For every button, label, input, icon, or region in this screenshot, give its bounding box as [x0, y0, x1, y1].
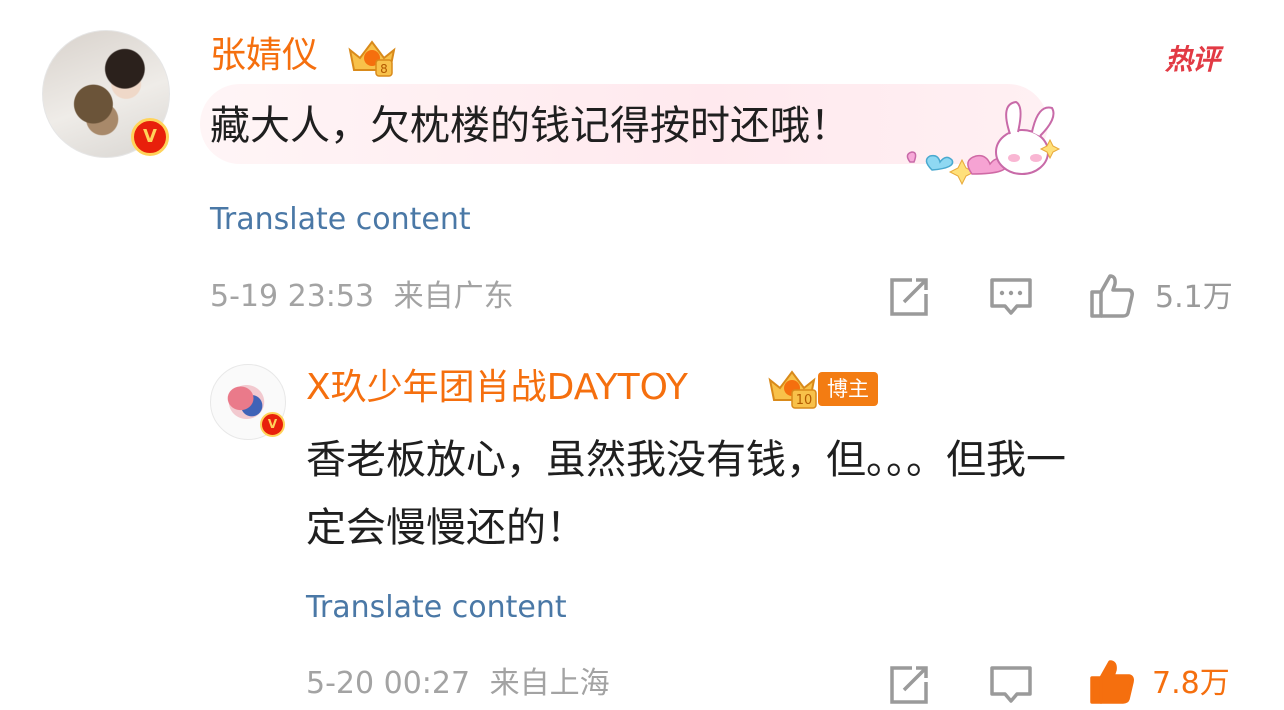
crown-level: 8	[380, 62, 388, 76]
translate-link[interactable]: Translate content	[306, 588, 567, 628]
comment-username[interactable]: 张婧仪	[210, 34, 318, 78]
rabbit-sticker	[898, 100, 1062, 186]
comment-location: 来自广东	[393, 279, 514, 314]
reply-text-line-2: 定会慢慢还的！	[306, 505, 586, 551]
share-icon[interactable]	[888, 664, 932, 706]
hot-comment-label: 热评	[1165, 43, 1220, 76]
blogger-badge: 博主	[818, 372, 878, 406]
like-icon[interactable]	[1088, 658, 1136, 706]
verified-icon: V	[131, 118, 169, 156]
crown-level: 10	[796, 393, 813, 408]
reply-username[interactable]: X玖少年团肖战DAYTOY	[306, 366, 688, 410]
share-icon[interactable]	[888, 276, 932, 318]
like-count: 5.1万	[1155, 280, 1233, 315]
comment-text: 藏大人，欠枕楼的钱记得按时还哦！	[210, 103, 850, 149]
verified-icon: V	[260, 412, 285, 437]
reply-timestamp: 5-20 00:27	[306, 666, 471, 701]
reply-location: 来自上海	[489, 666, 610, 701]
reply-text-line-1: 香老板放心，虽然我没有钱，但。。。但我一	[306, 437, 1066, 483]
crown-icon: 10	[766, 366, 822, 410]
like-count: 7.8万	[1152, 666, 1230, 701]
crown-icon: 8	[344, 36, 400, 78]
comment-icon[interactable]	[989, 276, 1033, 318]
translate-link[interactable]: Translate content	[210, 200, 471, 240]
comment-timestamp: 5-19 23:53	[210, 279, 375, 314]
like-icon[interactable]	[1088, 272, 1136, 320]
comment-icon[interactable]	[989, 664, 1033, 706]
